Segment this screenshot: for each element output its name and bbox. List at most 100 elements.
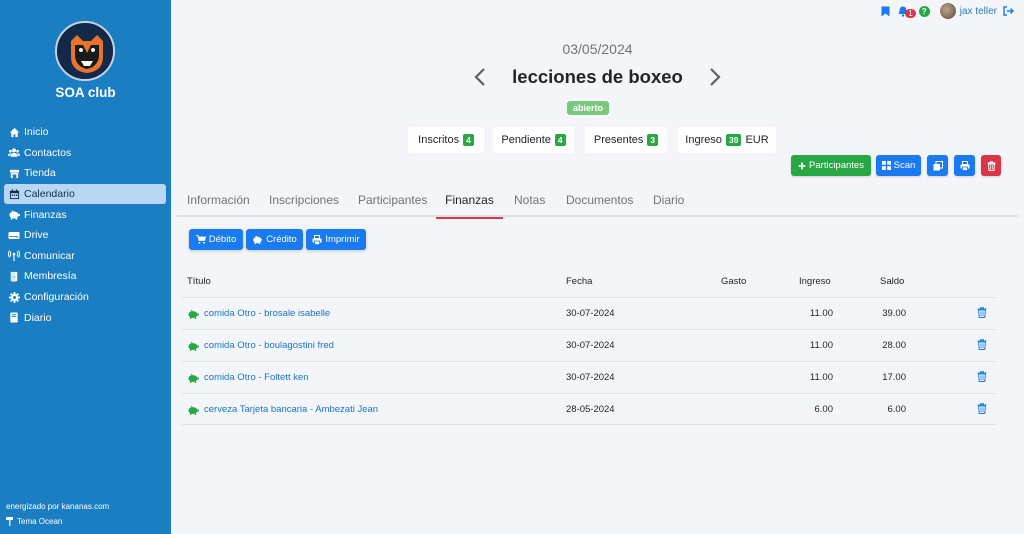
help-icon[interactable]: ? [918, 5, 930, 17]
piggy-bank-icon [187, 309, 199, 319]
tab-finanzas[interactable]: Finanzas [436, 183, 503, 219]
transaction-link[interactable]: comida Otro - brosale isabelle [187, 308, 330, 319]
sidebar-item-tienda[interactable]: Tienda [0, 163, 171, 184]
sidebar-item-diario[interactable]: Diario [0, 307, 171, 328]
transaction-title: cerveza Tarjeta bancaria - Ambezati Jean [204, 404, 379, 415]
button-label: Participantes [809, 160, 864, 171]
tab-documentos[interactable]: Documentos [566, 183, 633, 217]
door-icon [8, 270, 20, 282]
credit-button[interactable]: Crédito [246, 229, 303, 250]
col-header-ingreso: Ingreso [799, 276, 831, 287]
tab-participantes[interactable]: Participantes [358, 183, 427, 217]
transaction-title: comida Otro - Foltett ken [204, 372, 309, 383]
transaction-date: 28-05-2024 [566, 404, 615, 415]
transaction-saldo: 28.00 [882, 340, 906, 351]
trash-icon[interactable] [977, 338, 987, 353]
event-title-row: lecciones de boxeo [171, 66, 1024, 88]
print-button[interactable] [954, 155, 975, 176]
transaction-date: 30-07-2024 [566, 308, 615, 319]
stat-count: 4 [463, 134, 474, 146]
sidebar-item-configuracion[interactable]: Configuración [0, 287, 171, 308]
transaction-date: 30-07-2024 [566, 340, 615, 351]
delete-event-button[interactable] [981, 155, 1001, 176]
plus-icon [798, 162, 806, 170]
notifications[interactable]: 1 [898, 6, 916, 18]
sidebar-item-label: Inicio [24, 126, 49, 139]
stat-pendiente[interactable]: Pendiente 4 [493, 127, 574, 153]
col-header-saldo: Saldo [880, 276, 905, 287]
home-icon [8, 126, 20, 138]
sidebar-item-label: Contactos [24, 146, 72, 159]
duplicate-button[interactable] [927, 155, 948, 176]
button-label: Débito [208, 234, 237, 245]
bookmark-icon[interactable] [881, 6, 890, 17]
stat-inscritos[interactable]: Inscritos 4 [408, 127, 484, 153]
transaction-link[interactable]: cerveza Tarjeta bancaria - Ambezati Jean [187, 404, 378, 415]
next-event-icon[interactable] [709, 67, 721, 87]
broadcast-icon [8, 250, 20, 262]
transaction-ingreso: 11.00 [809, 372, 833, 383]
sidebar-item-finanzas[interactable]: Finanzas [0, 204, 171, 225]
sidebar-nav: Inicio Contactos Tienda Calendario Finan… [0, 122, 171, 328]
print-finances-button[interactable]: Imprimir [306, 229, 366, 250]
tab-diario[interactable]: Diario [653, 183, 684, 217]
tab-notas[interactable]: Notas [514, 183, 545, 217]
hdd-icon [8, 229, 20, 241]
scan-button[interactable]: Scan [876, 155, 921, 176]
stat-count: 3 [647, 134, 659, 146]
sidebar-item-label: Drive [24, 229, 49, 242]
avatar [939, 3, 956, 19]
button-label: Imprimir [325, 234, 360, 245]
sidebar-item-label: Membresía [24, 270, 77, 283]
gear-icon [8, 291, 20, 303]
topbar: 1 ? jax teller [875, 3, 1014, 19]
col-header-titulo: Título [187, 276, 211, 287]
cart-icon [195, 235, 206, 244]
powered-by[interactable]: energizado por kananas.com [6, 502, 109, 511]
previous-event-icon[interactable] [474, 67, 486, 87]
book-icon [8, 312, 20, 324]
transaction-ingreso: 6.00 [814, 404, 834, 415]
logout-icon[interactable] [1003, 6, 1014, 16]
grid-icon [881, 161, 891, 170]
stat-ingreso[interactable]: Ingreso 39 EUR [678, 127, 776, 153]
table-row: comida Otro - Foltett ken 30-07-2024 11.… [182, 361, 996, 393]
stat-label: Presentes [593, 134, 644, 146]
sidebar-item-label: Tienda [24, 167, 56, 180]
sidebar-item-drive[interactable]: Drive [0, 225, 171, 246]
trash-icon[interactable] [977, 402, 987, 417]
printer-icon [960, 160, 970, 171]
tab-informacion[interactable]: Información [187, 183, 250, 217]
sidebar-item-comunicar[interactable]: Comunicar [0, 246, 171, 267]
user-menu[interactable]: jax teller [939, 3, 997, 19]
transaction-link[interactable]: comida Otro - Foltett ken [187, 372, 309, 383]
club-logo[interactable] [55, 21, 115, 81]
sidebar-item-membresia[interactable]: Membresía [0, 266, 171, 287]
theme-selector[interactable]: Tema Ocean [6, 517, 62, 526]
stat-count: 39 [726, 134, 742, 146]
sidebar-item-calendario[interactable]: Calendario [4, 183, 166, 205]
event-date: 03/05/2024 [562, 41, 633, 57]
piggy-bank-icon [8, 209, 20, 221]
paint-roller-icon [6, 517, 14, 526]
sidebar: SOA club Inicio Contactos Tienda Calenda… [0, 0, 171, 534]
debit-button[interactable]: Débito [189, 229, 243, 250]
calendar-icon [8, 188, 20, 200]
add-participantes-button[interactable]: Participantes [791, 155, 871, 176]
trash-icon [987, 160, 996, 171]
sidebar-item-contactos[interactable]: Contactos [0, 143, 171, 164]
stat-presentes[interactable]: Presentes 3 [585, 127, 667, 153]
table-row: cerveza Tarjeta bancaria - Ambezati Jean… [182, 393, 996, 425]
transaction-title: comida Otro - boulagostini fred [204, 340, 334, 351]
stat-count: 4 [554, 134, 566, 146]
table-row: comida Otro - boulagostini fred 30-07-20… [182, 329, 996, 361]
sidebar-item-inicio[interactable]: Inicio [0, 122, 171, 143]
trash-icon[interactable] [977, 370, 987, 385]
users-icon [8, 147, 20, 159]
tab-inscripciones[interactable]: Inscripciones [269, 183, 339, 217]
trash-icon[interactable] [977, 306, 987, 321]
stat-label: Pendiente [501, 134, 551, 146]
transaction-link[interactable]: comida Otro - boulagostini fred [187, 340, 334, 351]
table-row: comida Otro - brosale isabelle 30-07-202… [182, 297, 996, 329]
button-label: Crédito [266, 234, 297, 245]
